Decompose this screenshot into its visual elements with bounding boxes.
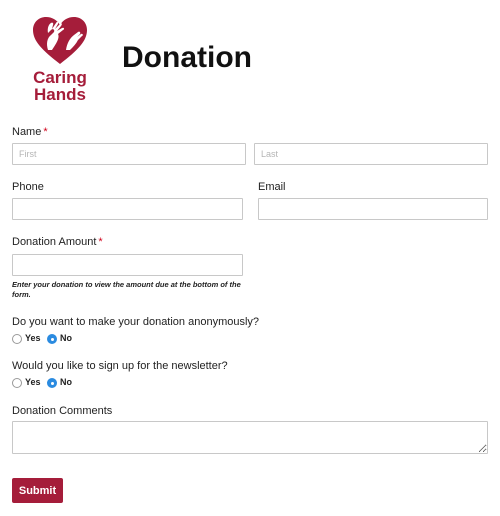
newsletter-yes-radio[interactable]: [12, 378, 22, 388]
form-header: Caring Hands Donation: [0, 0, 500, 110]
name-label-text: Name: [12, 126, 42, 138]
donation-amount-label-text: Donation Amount: [12, 236, 97, 248]
last-name-input[interactable]: [254, 143, 488, 165]
newsletter-yes-label[interactable]: Yes: [25, 377, 41, 388]
newsletter-no-radio[interactable]: [47, 378, 57, 388]
anonymous-no-label[interactable]: No: [60, 333, 72, 344]
anonymous-no-radio[interactable]: [47, 334, 57, 344]
donation-comments-label: Donation Comments: [12, 405, 113, 417]
phone-input[interactable]: [12, 198, 243, 220]
newsletter-question: Would you like to sign up for the newsle…: [12, 360, 228, 372]
phone-label: Phone: [12, 181, 44, 193]
anonymous-yes-radio[interactable]: [12, 334, 22, 344]
logo-text-hands: Hands: [34, 85, 86, 104]
page-title: Donation: [122, 41, 252, 74]
anonymous-question: Do you want to make your donation anonym…: [12, 316, 260, 328]
logo-text-caring: Caring: [33, 68, 87, 87]
email-label: Email: [258, 181, 286, 193]
required-mark: *: [98, 236, 103, 248]
submit-button[interactable]: Submit: [12, 478, 63, 503]
required-mark: *: [43, 126, 48, 138]
first-name-input[interactable]: [12, 143, 246, 165]
heart-hand-icon: [33, 17, 87, 64]
name-label: Name *: [12, 125, 48, 139]
donation-amount-input[interactable]: [12, 254, 243, 276]
caring-hands-logo: Caring Hands: [26, 16, 94, 104]
donation-comments-textarea[interactable]: [12, 421, 488, 454]
newsletter-no-label[interactable]: No: [60, 377, 72, 388]
donation-amount-help: Enter your donation to view the amount d…: [12, 280, 241, 299]
donation-amount-label: Donation Amount *: [12, 235, 103, 249]
anonymous-yes-label[interactable]: Yes: [25, 333, 41, 344]
email-input[interactable]: [258, 198, 488, 220]
